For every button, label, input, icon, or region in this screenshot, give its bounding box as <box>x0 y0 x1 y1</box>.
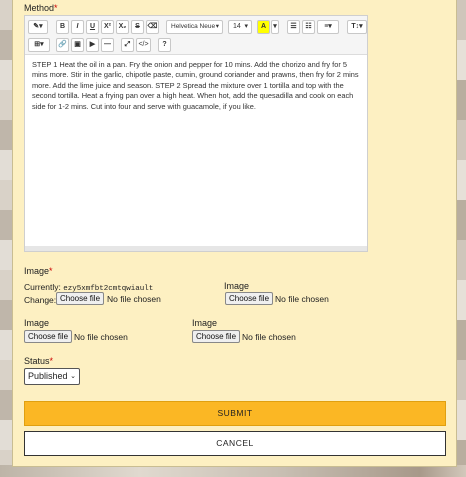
align-dropdown-button[interactable]: ≡▾ <box>317 20 339 34</box>
image-label: Image* <box>24 266 53 276</box>
background-image-right <box>457 0 466 477</box>
line-height-dropdown-button[interactable]: T↕▾ <box>347 20 367 34</box>
font-size-dropdown[interactable]: 14 ▾ <box>228 20 252 34</box>
required-mark: * <box>54 3 58 13</box>
font-size-value: 14 <box>233 23 241 30</box>
ordered-list-button[interactable]: ☷ <box>302 20 315 34</box>
subscript-button[interactable]: X₂ <box>116 20 129 34</box>
bold-button[interactable]: B <box>56 20 69 34</box>
link-icon[interactable]: 🔗 <box>56 38 69 52</box>
unordered-list-button[interactable]: ☰ <box>287 20 300 34</box>
status-selected-value: Published <box>28 371 68 381</box>
status-select[interactable]: Published ⌄ <box>24 368 80 385</box>
status-label: Status* <box>24 356 53 366</box>
file-status-3: No file chosen <box>74 332 128 342</box>
magic-style-button[interactable]: ✎▾ <box>28 20 48 34</box>
required-mark: * <box>49 356 54 366</box>
method-label-text: Method <box>24 3 55 13</box>
table-dropdown-button[interactable]: ⊞▾ <box>28 38 50 52</box>
file-status: No file chosen <box>107 294 161 304</box>
horizontal-rule-icon[interactable]: — <box>101 38 114 52</box>
status-label-text: Status <box>24 356 50 366</box>
italic-button[interactable]: I <box>71 20 84 34</box>
image3-label: Image <box>24 318 50 328</box>
change-label: Change: <box>24 295 57 305</box>
color-dropdown-button[interactable]: ▾ <box>271 20 279 34</box>
required-mark: * <box>49 266 53 276</box>
choose-file-button-3[interactable]: Choose file <box>24 330 73 343</box>
strikethrough-button[interactable]: S <box>131 20 144 34</box>
image2-label: Image <box>224 281 250 291</box>
file-status-2: No file chosen <box>275 294 329 304</box>
eraser-icon[interactable]: ⌫ <box>146 20 159 34</box>
currently-label: Currently: <box>24 282 61 292</box>
editor-resize-bar[interactable] <box>25 246 367 251</box>
method-editor[interactable]: ✎▾ B I U X² X₂ S ⌫ Helvetica Neue ▾ 14 ▾ A… <box>24 15 368 252</box>
background-image-left <box>0 0 12 477</box>
chevron-down-icon: ⌄ <box>70 373 76 380</box>
editor-toolbar: ✎▾ B I U X² X₂ S ⌫ Helvetica Neue ▾ 14 ▾ A… <box>25 16 367 55</box>
help-icon[interactable]: ? <box>158 38 171 52</box>
text-color-button[interactable]: A <box>257 20 270 34</box>
video-icon[interactable]: ▶ <box>86 38 99 52</box>
recipe-form: Method* ✎▾ B I U X² X₂ S ⌫ Helvetica Neu… <box>12 0 457 467</box>
picture-icon[interactable]: ▣ <box>71 38 84 52</box>
code-view-icon[interactable]: </> <box>136 38 151 52</box>
font-family-value: Helvetica Neue <box>171 23 216 30</box>
submit-button[interactable]: SUBMIT <box>24 401 446 426</box>
image4-label: Image <box>192 318 218 328</box>
chevron-down-icon: ▾ <box>215 23 219 30</box>
method-label: Method* <box>24 3 58 13</box>
superscript-button[interactable]: X² <box>101 20 114 34</box>
fullscreen-icon[interactable]: ⤢ <box>121 38 134 52</box>
chevron-down-icon: ▾ <box>244 23 248 30</box>
file-status-4: No file chosen <box>242 332 296 342</box>
method-text[interactable]: STEP 1 Heat the oil in a pan. Fry the on… <box>32 60 364 112</box>
choose-file-button[interactable]: Choose file <box>56 292 105 305</box>
choose-file-button-2[interactable]: Choose file <box>225 292 274 305</box>
underline-button[interactable]: U <box>86 20 99 34</box>
image-label-text: Image <box>24 266 50 276</box>
choose-file-button-4[interactable]: Choose file <box>192 330 241 343</box>
cancel-button[interactable]: CANCEL <box>24 431 446 456</box>
font-family-dropdown[interactable]: Helvetica Neue ▾ <box>166 20 223 34</box>
